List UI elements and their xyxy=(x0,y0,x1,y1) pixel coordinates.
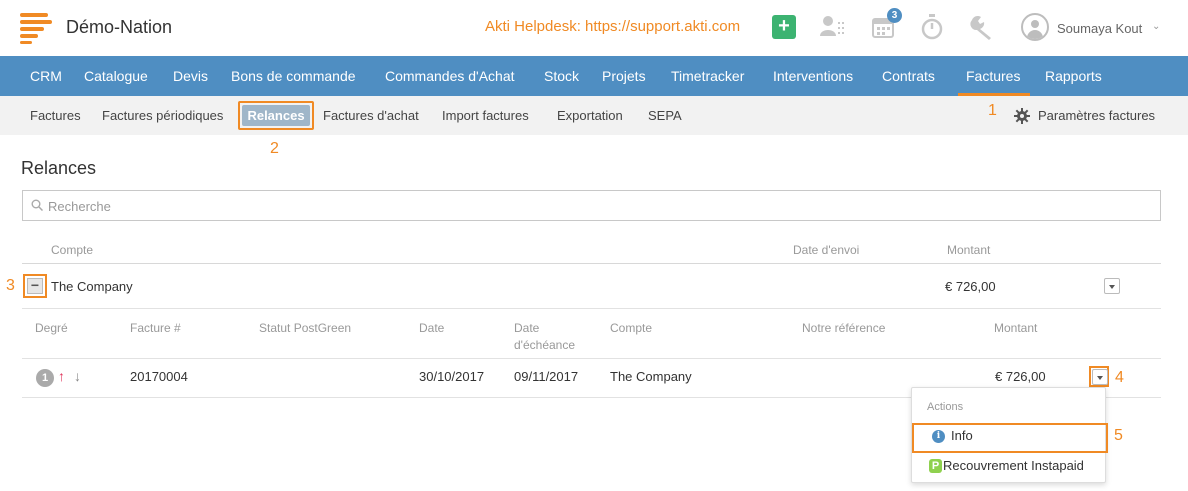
account-amount: € 726,00 xyxy=(945,279,996,294)
company-name: Démo-Nation xyxy=(66,17,173,37)
avatar-icon[interactable] xyxy=(1021,13,1049,41)
chevron-down-icon[interactable]: ⌄ xyxy=(1152,21,1160,32)
header-montant: Montant xyxy=(947,243,991,257)
annotation-2: 2 xyxy=(270,140,279,157)
info-icon: i xyxy=(932,430,945,443)
subnav-item-exportation[interactable]: Exportation xyxy=(557,108,623,123)
annotation-1: 1 xyxy=(988,102,997,119)
menu-item-info[interactable]: Info xyxy=(951,428,973,443)
subnav-item-factures-achat[interactable]: Factures d'achat xyxy=(323,108,419,123)
invoice-actions-dropdown[interactable] xyxy=(1092,369,1108,385)
sub-nav: Factures Factures périodiques Relances F… xyxy=(0,96,1188,135)
header-compte: Compte xyxy=(51,243,94,257)
main-nav: CRM Catalogue Devis Bons de commande Com… xyxy=(0,56,1188,96)
account-name: The Company xyxy=(51,279,133,294)
header-compte-detail: Compte xyxy=(610,321,653,335)
nav-item-catalogue[interactable]: Catalogue xyxy=(84,68,148,84)
actions-menu: Actions i Info P Recouvrement Instapaid xyxy=(911,387,1108,483)
divider xyxy=(22,308,1161,309)
nav-item-devis[interactable]: Devis xyxy=(173,68,208,84)
nav-item-factures[interactable]: Factures xyxy=(966,68,1020,84)
collapse-button[interactable]: − xyxy=(27,278,43,294)
header-montant-detail: Montant xyxy=(994,321,1038,335)
degree-badge: 1 xyxy=(36,369,54,387)
header-statut-postgreen: Statut PostGreen xyxy=(259,321,352,335)
wrench-icon[interactable] xyxy=(969,14,995,40)
contacts-icon[interactable] xyxy=(820,14,846,38)
subnav-item-sepa[interactable]: SEPA xyxy=(648,108,682,123)
header-date: Date xyxy=(419,321,445,335)
add-button[interactable]: + xyxy=(772,15,796,39)
subnav-item-relances[interactable]: Relances xyxy=(242,105,310,126)
subnav-item-factures[interactable]: Factures xyxy=(30,108,81,123)
search-icon xyxy=(31,199,43,211)
nav-item-contrats[interactable]: Contrats xyxy=(882,68,935,84)
user-name[interactable]: Soumaya Kout xyxy=(1057,21,1142,36)
nav-item-timetracker[interactable]: Timetracker xyxy=(671,68,744,84)
gear-icon[interactable] xyxy=(1014,108,1030,124)
header-date-envoi: Date d'envoi xyxy=(793,243,860,257)
subnav-item-factures-periodiques[interactable]: Factures périodiques xyxy=(102,108,223,123)
divider xyxy=(22,358,1161,359)
header-date-echeance-line2: d'échéance xyxy=(514,338,576,352)
logo-icon[interactable] xyxy=(20,13,52,44)
settings-link[interactable]: Paramètres factures xyxy=(1038,108,1155,123)
calendar-badge: 3 xyxy=(887,8,902,23)
nav-item-crm[interactable]: CRM xyxy=(30,68,62,84)
invoice-number[interactable]: 20170004 xyxy=(130,369,188,384)
top-bar: Démo-Nation Akti Helpdesk: https://suppo… xyxy=(0,0,1188,56)
header-degre: Degré xyxy=(35,321,68,335)
nav-item-commandes-achat[interactable]: Commandes d'Achat xyxy=(385,68,515,84)
account-actions-dropdown[interactable] xyxy=(1104,278,1120,294)
invoice-amount: € 726,00 xyxy=(995,369,1046,384)
menu-item-recouvrement-instapaid[interactable]: Recouvrement Instapaid xyxy=(943,458,1084,473)
annotation-4: 4 xyxy=(1115,369,1124,386)
invoice-date: 30/10/2017 xyxy=(419,369,485,384)
divider xyxy=(22,263,1161,264)
invoice-due-date: 09/11/2017 xyxy=(514,369,579,384)
invoice-account: The Company xyxy=(610,369,692,384)
nav-item-stock[interactable]: Stock xyxy=(544,68,579,84)
header-notre-reference: Notre référence xyxy=(802,321,886,335)
arrow-down-icon[interactable]: ↓ xyxy=(74,368,81,384)
subnav-item-import-factures[interactable]: Import factures xyxy=(442,108,529,123)
arrow-up-icon[interactable]: ↑ xyxy=(58,368,65,384)
menu-header: Actions xyxy=(927,401,964,413)
search-placeholder: Recherche xyxy=(48,199,111,214)
page-title: Relances xyxy=(21,158,97,178)
header-date-echeance-line1: Date xyxy=(514,321,540,335)
header-facture: Facture # xyxy=(130,321,181,335)
helpdesk-link[interactable]: Akti Helpdesk: https://support.akti.com xyxy=(485,18,740,35)
nav-item-rapports[interactable]: Rapports xyxy=(1045,68,1102,84)
annotation-5: 5 xyxy=(1114,427,1123,444)
search-input[interactable]: Recherche xyxy=(22,190,1161,221)
nav-item-bons-de-commande[interactable]: Bons de commande xyxy=(231,68,356,84)
nav-item-interventions[interactable]: Interventions xyxy=(773,68,853,84)
timer-icon[interactable] xyxy=(921,14,943,40)
annotation-3: 3 xyxy=(6,277,15,294)
instapaid-icon: P xyxy=(929,459,942,473)
nav-item-projets[interactable]: Projets xyxy=(602,68,646,84)
